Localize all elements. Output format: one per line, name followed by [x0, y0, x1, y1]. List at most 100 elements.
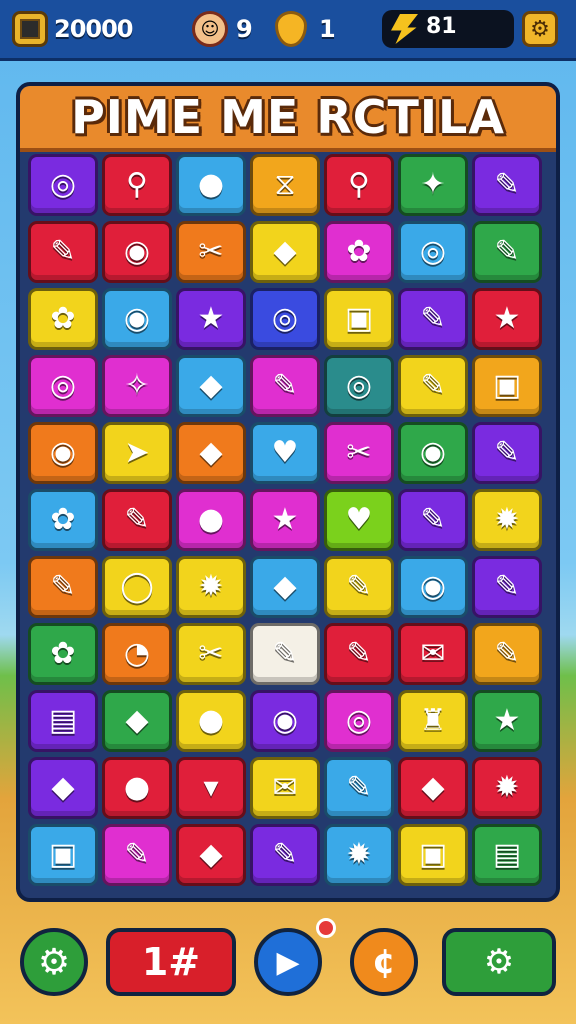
tile-icon: ◯	[120, 569, 154, 604]
tile[interactable]: ◎	[28, 154, 98, 216]
tile[interactable]: ◆	[398, 757, 468, 819]
tile[interactable]: ✿	[324, 221, 394, 283]
tile[interactable]: ◆	[176, 422, 246, 484]
tile[interactable]: ✿	[28, 623, 98, 685]
tile[interactable]: ✎	[398, 355, 468, 417]
tile[interactable]: ●	[176, 489, 246, 551]
tile[interactable]: ✎	[472, 221, 542, 283]
tile[interactable]: ★	[472, 690, 542, 752]
tile[interactable]: ◆	[176, 355, 246, 417]
tile[interactable]: ✎	[472, 556, 542, 618]
moves-button[interactable]: 1#	[106, 928, 236, 996]
tile[interactable]: ◆	[250, 556, 320, 618]
tile[interactable]: ◉	[28, 422, 98, 484]
tile[interactable]: ★	[472, 288, 542, 350]
tile[interactable]: ✉	[398, 623, 468, 685]
tile[interactable]: ✎	[324, 757, 394, 819]
tile[interactable]: ✎	[324, 623, 394, 685]
score-display: 20000	[12, 9, 133, 49]
coin-button[interactable]: ¢	[350, 928, 418, 996]
tile-icon: ●	[123, 770, 151, 805]
tile[interactable]: ♜	[398, 690, 468, 752]
tile[interactable]: ✂	[324, 422, 394, 484]
tile[interactable]: ✎	[472, 422, 542, 484]
tile[interactable]: ✎	[28, 556, 98, 618]
tile[interactable]: ✎	[28, 221, 98, 283]
tile[interactable]: ✎	[250, 824, 320, 886]
tile[interactable]: ▤	[28, 690, 98, 752]
tile[interactable]: ➤	[102, 422, 172, 484]
tile[interactable]: ◉	[250, 690, 320, 752]
tile-icon: ✎	[494, 234, 520, 269]
tile[interactable]: ✧	[102, 355, 172, 417]
tile-icon: ✹	[494, 770, 520, 805]
settings-round-button[interactable]: ⚙	[20, 928, 88, 996]
tile[interactable]: ✎	[324, 556, 394, 618]
tile[interactable]: ◎	[250, 288, 320, 350]
tile[interactable]: ◔	[102, 623, 172, 685]
tile-icon: ✂	[198, 234, 224, 269]
score-value: 20000	[54, 15, 133, 43]
tile[interactable]: ◎	[324, 355, 394, 417]
tile[interactable]: ✎	[398, 288, 468, 350]
tile[interactable]: ✎	[102, 489, 172, 551]
tile[interactable]: ✎	[250, 355, 320, 417]
tile[interactable]: ◉	[398, 556, 468, 618]
tile-icon: ✹	[198, 569, 224, 604]
tile[interactable]: ◉	[102, 221, 172, 283]
tile[interactable]: ◎	[398, 221, 468, 283]
tile[interactable]: ▣	[28, 824, 98, 886]
tile[interactable]: ◎	[28, 355, 98, 417]
tile[interactable]: ●	[102, 757, 172, 819]
tile[interactable]: ◆	[250, 221, 320, 283]
tile-icon: ⧖	[274, 167, 296, 202]
tile[interactable]: ◉	[102, 288, 172, 350]
tile[interactable]: ✹	[472, 757, 542, 819]
lives-display: ☺ 9	[192, 9, 253, 49]
tile[interactable]: ★	[176, 288, 246, 350]
tile[interactable]: ✹	[472, 489, 542, 551]
tile-icon: ✦	[420, 167, 446, 202]
tile[interactable]: ▣	[398, 824, 468, 886]
tile[interactable]: ✎	[472, 154, 542, 216]
tile[interactable]: ✂	[176, 221, 246, 283]
tile[interactable]: ⚲	[102, 154, 172, 216]
tile[interactable]: ◉	[398, 422, 468, 484]
tile[interactable]: ⚲	[324, 154, 394, 216]
tile-icon: ✉	[420, 636, 446, 671]
tile[interactable]: ✦	[398, 154, 468, 216]
tile[interactable]: ✎	[398, 489, 468, 551]
tile-icon: ➤	[124, 435, 150, 470]
toggle-button[interactable]: ⚙	[442, 928, 556, 996]
tile[interactable]: ✹	[324, 824, 394, 886]
tile[interactable]: ◆	[176, 824, 246, 886]
tile[interactable]: ▣	[472, 355, 542, 417]
settings-button[interactable]: ⚙	[522, 11, 558, 47]
tile[interactable]: ✿	[28, 288, 98, 350]
tile[interactable]: ●	[176, 690, 246, 752]
tile[interactable]: ♥	[250, 422, 320, 484]
tile[interactable]: ⧖	[250, 154, 320, 216]
coin-icon: ¢	[372, 942, 396, 982]
tile-icon: ▣	[418, 837, 448, 872]
tile[interactable]: ▾	[176, 757, 246, 819]
play-button[interactable]: ▶	[254, 928, 322, 996]
tile[interactable]: ✎	[472, 623, 542, 685]
tile[interactable]: ✿	[28, 489, 98, 551]
tile[interactable]: ✎	[250, 623, 320, 685]
tile[interactable]: ●	[176, 154, 246, 216]
tile[interactable]: ◎	[324, 690, 394, 752]
tile[interactable]: ▤	[472, 824, 542, 886]
tile-icon: ★	[197, 301, 225, 336]
tile[interactable]: ◆	[102, 690, 172, 752]
tile[interactable]: ✹	[176, 556, 246, 618]
tile-icon: ◆	[199, 368, 223, 403]
tile[interactable]: ✂	[176, 623, 246, 685]
tile[interactable]: ✎	[102, 824, 172, 886]
tile[interactable]: ◆	[28, 757, 98, 819]
tile[interactable]: ♥	[324, 489, 394, 551]
tile[interactable]: ★	[250, 489, 320, 551]
tile[interactable]: ▣	[324, 288, 394, 350]
tile[interactable]: ◯	[102, 556, 172, 618]
tile[interactable]: ✉	[250, 757, 320, 819]
